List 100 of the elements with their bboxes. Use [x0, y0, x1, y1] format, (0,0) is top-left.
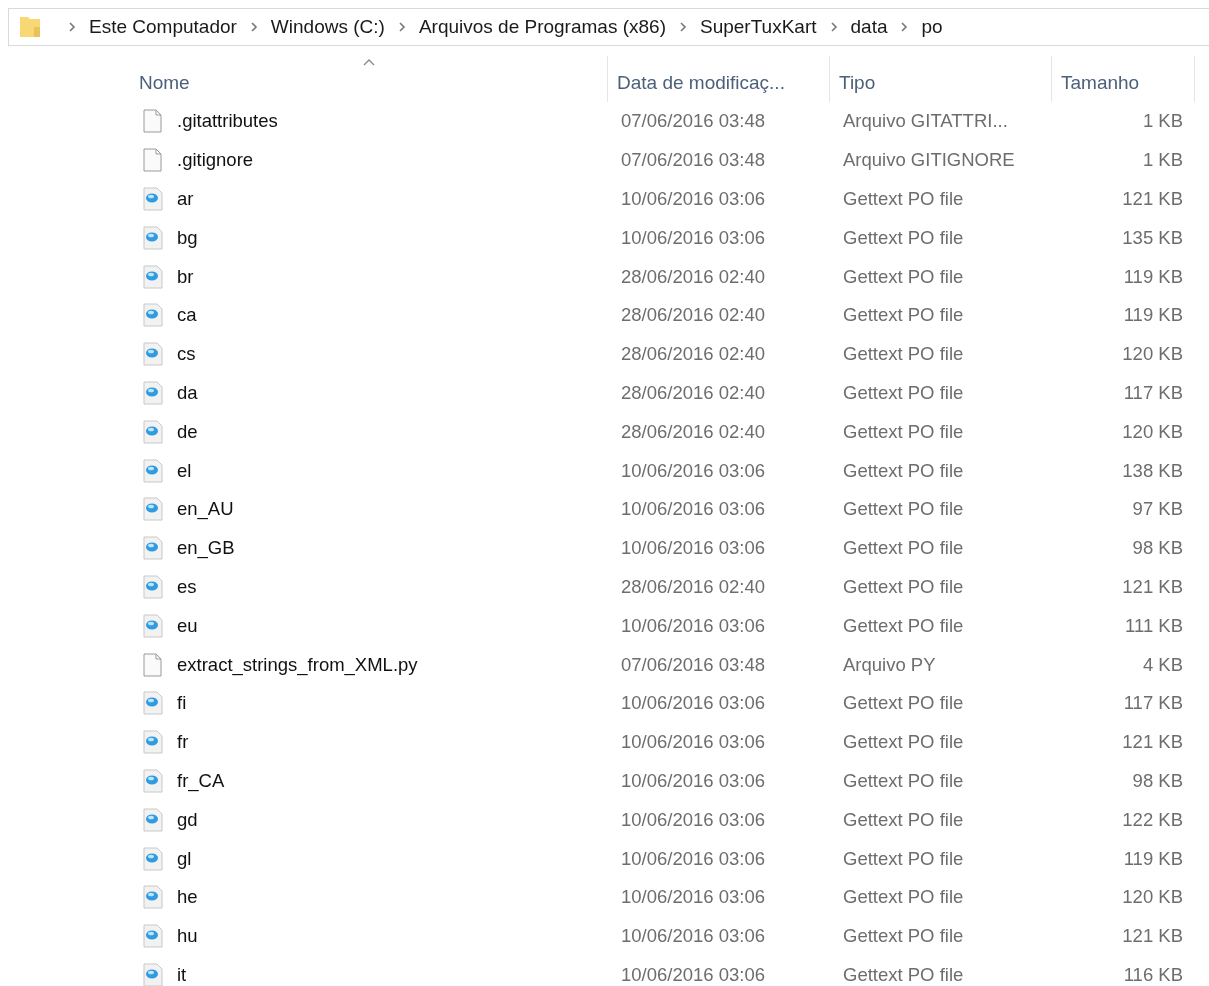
table-cell-text: 10/06/2016 03:06: [620, 459, 767, 482]
file-name[interactable]: en_AU: [177, 498, 234, 521]
po-file-icon: [142, 264, 164, 289]
table-cell-text: 116 KB: [1122, 963, 1184, 986]
table-cell-text: 135 KB: [1121, 226, 1184, 249]
table-cell-text: Gettext PO file: [842, 537, 965, 560]
po-file-icon: [142, 497, 164, 522]
file-name[interactable]: he: [177, 886, 198, 909]
breadcrumb-item[interactable]: Este Computador: [89, 16, 237, 38]
table-cell-text: 10/06/2016 03:06: [620, 226, 767, 249]
table-cell-text: 119 KB: [1122, 265, 1184, 288]
table-cell-text: 10/06/2016 03:06: [620, 692, 767, 715]
file-name[interactable]: es: [177, 575, 197, 598]
table-cell-text: 120 KB: [1121, 886, 1184, 909]
file-name[interactable]: en_GB: [177, 537, 235, 560]
table-cell-text: 10/06/2016 03:06: [620, 769, 767, 792]
table-cell-text: 28/06/2016 02:40: [620, 343, 767, 366]
table-cell-text: 117 KB: [1122, 381, 1184, 404]
table-cell-text: 28/06/2016 02:40: [620, 265, 767, 288]
table-cell-text: 111 KB: [1124, 614, 1184, 637]
po-file-icon: [142, 574, 164, 599]
file-name[interactable]: de: [177, 420, 198, 443]
table-cell-text: 07/06/2016 03:48: [620, 149, 767, 172]
table-cell-text: 4 KB: [1141, 653, 1184, 676]
table-cell-text: 10/06/2016 03:06: [620, 886, 767, 909]
breadcrumb-item[interactable]: SuperTuxKart: [700, 16, 817, 38]
po-file-icon: [142, 962, 164, 986]
table-cell-text: 10/06/2016 03:06: [620, 963, 767, 986]
table-cell-text: 10/06/2016 03:06: [620, 847, 767, 870]
table-cell-text: 07/06/2016 03:48: [620, 653, 767, 676]
file-name[interactable]: gl: [177, 847, 192, 870]
table-cell-text: 97 KB: [1131, 498, 1184, 521]
file-icon: [142, 652, 164, 677]
column-header[interactable]: Tamanho: [1052, 56, 1195, 102]
table-cell-text: Gettext PO file: [842, 381, 965, 404]
column-header[interactable]: Tipo: [830, 56, 1052, 102]
file-name[interactable]: fr_CA: [177, 769, 225, 792]
breadcrumb-item[interactable]: data: [850, 16, 888, 38]
table-cell-text: Gettext PO file: [842, 886, 965, 909]
po-file-icon: [142, 303, 164, 328]
file-name[interactable]: gd: [177, 808, 198, 831]
chevron-icon: [248, 21, 259, 33]
file-name[interactable]: .gitattributes: [177, 110, 278, 133]
address-bar[interactable]: Este Computador Windows (C:) Arquivos de Programas (x86) SuperTuxKart data po: [8, 8, 1209, 46]
file-name[interactable]: cs: [177, 343, 196, 366]
table-cell-text: 138 KB: [1121, 459, 1184, 482]
po-file-icon: [142, 885, 164, 910]
file-name[interactable]: br: [177, 265, 194, 288]
chevron-icon: [899, 21, 910, 33]
po-file-icon: [142, 380, 164, 405]
po-file-icon: [142, 225, 164, 250]
file-name[interactable]: ca: [177, 304, 197, 327]
table-cell-text: 120 KB: [1121, 343, 1184, 366]
file-name[interactable]: bg: [177, 226, 198, 249]
file-name[interactable]: fi: [177, 692, 187, 715]
table-cell-text: Arquivo GITATTRI...: [842, 110, 1009, 133]
table-cell-text: Gettext PO file: [842, 575, 965, 598]
table-cell-text: 28/06/2016 02:40: [620, 304, 767, 327]
file-name[interactable]: .gitignore: [177, 149, 254, 172]
breadcrumb-item[interactable]: po: [921, 16, 943, 38]
table-cell-text: Arquivo PY: [842, 653, 937, 676]
table-cell-text: 98 KB: [1131, 769, 1184, 792]
file-icon: [142, 148, 164, 173]
table-cell-text: 10/06/2016 03:06: [620, 614, 767, 637]
file-name[interactable]: el: [177, 459, 192, 482]
table-cell-text: 121 KB: [1121, 731, 1184, 754]
breadcrumb-item[interactable]: Windows (C:): [270, 16, 385, 38]
table-cell-text: 98 KB: [1131, 537, 1184, 560]
file-name[interactable]: it: [177, 963, 187, 986]
file-name[interactable]: extract_strings_from_XML.py: [177, 653, 418, 676]
file-name[interactable]: hu: [177, 925, 198, 948]
po-file-icon: [142, 691, 164, 716]
table-cell-text: 10/06/2016 03:06: [620, 498, 767, 521]
table-cell-text: 10/06/2016 03:06: [620, 925, 767, 948]
po-file-icon: [142, 924, 164, 949]
folder-icon: [19, 16, 41, 38]
column-header[interactable]: Nome: [130, 56, 608, 102]
chevron-icon: [67, 21, 77, 33]
po-file-icon: [142, 807, 164, 832]
table-cell-text: 07/06/2016 03:48: [620, 110, 767, 133]
po-file-icon: [142, 342, 164, 367]
breadcrumb-item[interactable]: Arquivos de Programas (x86): [418, 16, 666, 38]
table-cell-text: Gettext PO file: [842, 420, 965, 443]
file-name[interactable]: fr: [177, 731, 189, 754]
table-cell-text: 28/06/2016 02:40: [620, 420, 767, 443]
table-cell-text: 28/06/2016 02:40: [620, 381, 767, 404]
table-cell-text: Gettext PO file: [842, 304, 965, 327]
file-name[interactable]: ar: [177, 188, 194, 210]
table-cell-text: 1 KB: [1141, 110, 1184, 133]
table-cell-text: Gettext PO file: [842, 614, 965, 637]
file-name[interactable]: da: [177, 381, 198, 404]
chevron-icon: [396, 21, 407, 33]
chevron-icon: [678, 21, 688, 33]
file-name[interactable]: eu: [177, 614, 198, 637]
table-cell-text: Gettext PO file: [842, 731, 965, 754]
table-cell-text: 119 KB: [1122, 847, 1184, 870]
table-cell-text: Gettext PO file: [842, 963, 965, 986]
table-cell-text: Gettext PO file: [842, 692, 965, 715]
table-cell-text: 122 KB: [1121, 808, 1184, 831]
column-header[interactable]: Data de modificaç...: [608, 56, 830, 102]
